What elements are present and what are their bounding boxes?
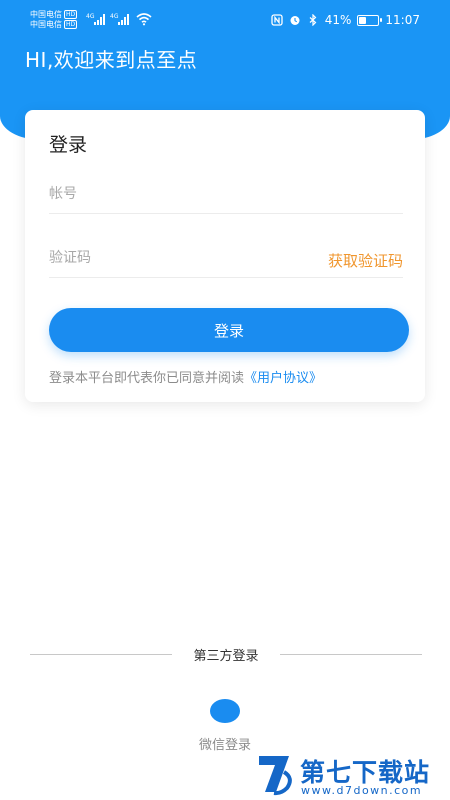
carrier-info: 中国电信 HD 中国电信 HD [30,10,78,30]
clock: 11:07 [385,13,420,27]
carrier-2: 中国电信 [30,20,62,29]
account-input[interactable] [49,178,289,210]
battery-percent: 41% [324,13,352,27]
code-input[interactable] [49,242,289,274]
watermark-logo-icon [259,756,292,796]
greeting-title: HI,欢迎来到点至点 [25,48,198,72]
alarm-icon [290,16,300,25]
signal-icon: 4G [86,13,105,25]
network-type-1: 4G [86,13,95,20]
wechat-login-label[interactable]: 微信登录 [0,734,450,753]
hd-badge-1: HD [64,10,78,19]
user-agreement-link[interactable]: 《用户协议》 [244,371,322,386]
signal-icon-2: 4G [110,13,129,25]
divider-line-right [280,654,422,655]
status-bar: 中国电信 HD 中国电信 HD 4G 4G 41% 11:07 [0,0,450,38]
bluetooth-icon [309,14,317,26]
agreement-text: 登录本平台即代表你已同意并阅读《用户协议》 [49,367,322,386]
login-button[interactable]: 登录 [49,308,409,352]
battery-icon [357,14,383,26]
agreement-prefix: 登录本平台即代表你已同意并阅读 [49,371,245,386]
third-party-divider: 第三方登录 [30,644,422,664]
watermark: 第七下载站 www.d7down.com [256,752,446,798]
hd-badge-2: HD [64,20,78,29]
code-field: 获取验证码 [49,238,403,278]
card-title: 登录 [49,134,88,156]
battery-level [359,16,367,24]
get-code-button[interactable]: 获取验证码 [328,250,403,271]
status-right: 41% 11:07 [271,12,420,28]
wifi-icon [136,13,152,26]
account-field [49,174,403,214]
watermark-url: www.d7down.com [301,784,423,797]
wechat-icon[interactable] [210,699,240,723]
nfc-icon [271,14,283,26]
carrier-1: 中国电信 [30,10,62,19]
network-type-2: 4G [110,13,119,20]
login-card: 登录 获取验证码 登录 登录本平台即代表你已同意并阅读《用户协议》 [25,110,425,402]
